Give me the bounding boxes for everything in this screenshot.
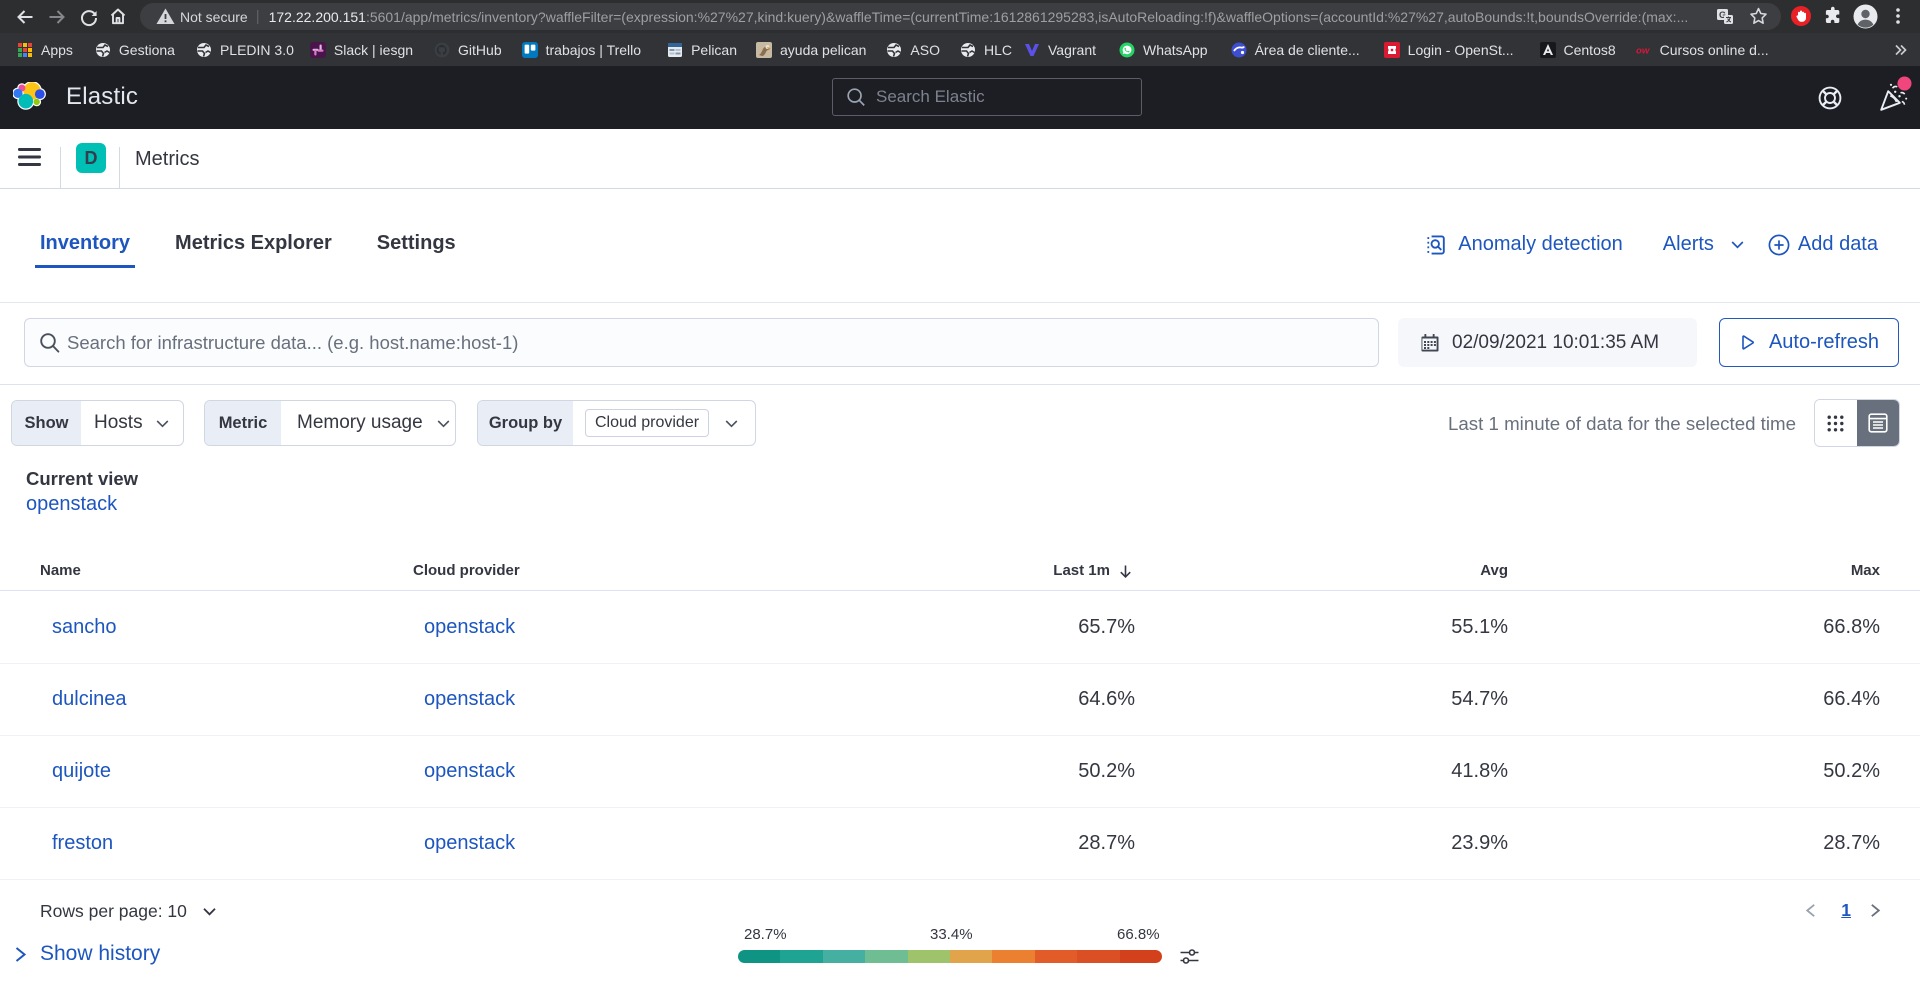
svg-text:ow: ow [1636, 45, 1650, 56]
